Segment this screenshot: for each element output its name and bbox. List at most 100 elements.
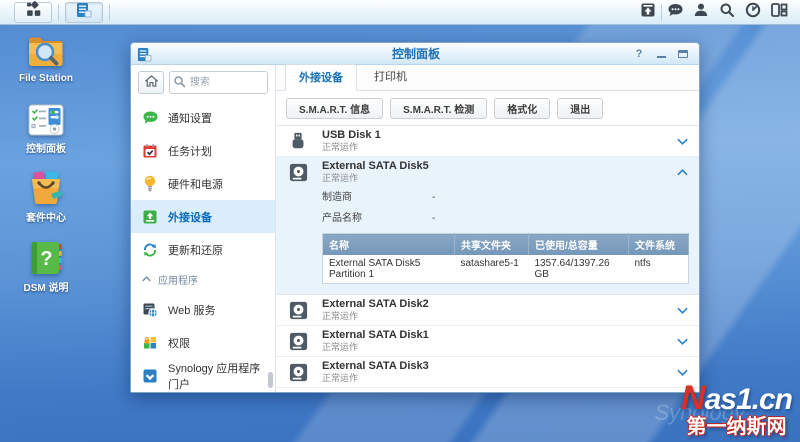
sidebar-item-web-services[interactable]: Web 服务 [131,293,275,326]
device-row-sata-disk3[interactable]: External SATA Disk3 正常运作 [276,357,699,388]
partition-table-row[interactable]: External SATA Disk5 Partition 1 satashar… [323,255,689,284]
control-panel-icon [0,103,92,137]
user-icon [693,2,709,23]
main-menu-button[interactable] [14,2,52,23]
sidebar-item-label: 权限 [168,335,190,351]
capacity-cell: 1357.64/1397.26 GB [529,255,629,284]
search-button[interactable] [714,2,740,23]
window-titlebar[interactable]: 控制面板 ? [131,43,699,65]
file-station-icon [0,34,92,70]
chevron-down-icon[interactable] [675,369,689,376]
sidebar-section-label: 应用程序 [158,272,198,287]
sidebar-item-label: 通知设置 [168,110,212,126]
device-status: 正常运作 [322,142,675,153]
top-bar-separator [58,4,59,21]
notifications-button[interactable] [662,2,688,23]
device-row-usb-disk-1[interactable]: USB Disk 1 正常运作 [276,126,699,157]
watermark-brand-rest: as1.cn [705,383,792,416]
smart-info-button[interactable]: S.M.A.R.T. 信息 [286,98,383,119]
top-bar-left [8,0,110,24]
device-row-sata-disk4[interactable]: External SATA Disk4 正常运作 [276,388,699,392]
partition-name-cell: External SATA Disk5 Partition 1 [323,255,455,284]
device-name: USB Disk 1 [322,129,675,142]
column-header-used-capacity: 已使用/总容量 [529,234,629,256]
device-row-sata-disk1[interactable]: External SATA Disk1 正常运作 [276,326,699,357]
product-name-row: 产品名称 - [276,208,699,229]
sidebar-scrollbar[interactable] [268,372,273,388]
chevron-down-icon[interactable] [675,138,689,145]
device-row-sata-disk2[interactable]: External SATA Disk2 正常运作 [276,295,699,326]
chevron-up-icon[interactable] [675,169,689,176]
sidebar-item-update-restore[interactable]: 更新和还原 [131,233,275,266]
window-controls: ? [633,48,693,60]
chevron-down-icon[interactable] [675,307,689,314]
manufacturer-value: - [432,189,435,206]
backup-icon [640,2,656,23]
privileges-icon [141,334,159,352]
sidebar-section-applications[interactable]: 应用程序 [131,266,275,293]
manufacturer-row: 制造商 - [276,187,699,208]
desktop-icon-file-station[interactable]: File Station [0,34,92,84]
tab-printer[interactable]: 打印机 [360,63,421,90]
device-info: External SATA Disk4 正常运作 [322,391,675,392]
sidebar-item-application-portal[interactable]: Synology 应用程序门户 [131,359,275,392]
toolbar: S.M.A.R.T. 信息 S.M.A.R.T. 检测 格式化 退出 [276,91,699,125]
help-book-icon: ? [0,240,92,276]
help-icon[interactable]: ? [633,48,645,60]
watermark: Nas1.cn 第一纳斯网 [681,381,792,438]
main-content: 外接设备 打印机 S.M.A.R.T. 信息 S.M.A.R.T. 检测 格式化… [276,65,699,392]
chevron-down-icon[interactable] [675,338,689,345]
device-block-sata-disk5: External SATA Disk5 正常运作 制造商 - [276,157,699,295]
top-bar-right [635,0,792,24]
sidebar-item-hardware-power[interactable]: 硬件和电源 [131,167,275,200]
minimize-icon[interactable] [655,48,667,60]
desktop-icon-package-center[interactable]: 套件中心 [0,170,92,224]
sidebar-item-privileges[interactable]: 权限 [131,326,275,359]
widgets-icon [770,2,788,23]
device-name: External SATA Disk1 [322,329,675,342]
column-header-shared-folder: 共享文件夹 [455,234,529,256]
search-icon [719,2,735,23]
hard-disk-icon [286,300,310,321]
device-row-sata-disk5[interactable]: External SATA Disk5 正常运作 [276,157,699,187]
window-title: 控制面板 [199,45,633,62]
device-name: External SATA Disk5 [322,160,675,173]
search-field-wrap [169,71,268,94]
sidebar-item-label: 外接设备 [168,209,212,225]
desktop-icon-label: File Station [0,73,92,84]
home-button[interactable] [138,71,164,94]
device-info: USB Disk 1 正常运作 [322,129,675,153]
control-panel-window-icon [76,2,92,23]
sidebar-item-label: 硬件和电源 [168,176,223,192]
widgets-button[interactable] [766,2,792,23]
backup-button[interactable] [635,2,661,23]
desktop-icon-control-panel[interactable]: 控制面板 [0,103,92,155]
tab-external-devices[interactable]: 外接设备 [285,64,357,91]
sidebar-item-external-devices[interactable]: 外接设备 [131,200,275,233]
web-services-icon [141,301,159,319]
system-health-button[interactable] [740,2,766,23]
sidebar-item-task-scheduler[interactable]: 任务计划 [131,134,275,167]
sidebar-item-label: 更新和还原 [168,242,223,258]
smart-test-button[interactable]: S.M.A.R.T. 检测 [390,98,487,119]
maximize-icon[interactable] [677,48,689,60]
user-button[interactable] [688,2,714,23]
system-health-icon [745,2,761,23]
device-name: External SATA Disk2 [322,298,675,311]
eject-button[interactable]: 退出 [557,98,603,119]
device-info: External SATA Disk5 正常运作 [322,160,675,184]
device-info: External SATA Disk1 正常运作 [322,329,675,353]
format-button[interactable]: 格式化 [494,98,550,119]
hardware-power-icon [141,175,159,193]
desktop-icon-dsm-help[interactable]: ? DSM 说明 [0,240,92,294]
application-portal-icon [141,367,159,385]
partition-table-header-row: 名称 共享文件夹 已使用/总容量 文件系统 [323,234,689,256]
sidebar-item-label: Web 服务 [168,302,215,318]
shared-folder-cell: satashare5-1 [455,255,529,284]
control-panel-task-button[interactable] [65,2,103,23]
control-panel-window: 控制面板 ? [130,42,700,393]
task-scheduler-icon [141,142,159,160]
sidebar-item-notification-settings[interactable]: 通知设置 [131,101,275,134]
watermark-brand: Nas1.cn [681,381,792,417]
usb-disk-icon [286,130,310,152]
